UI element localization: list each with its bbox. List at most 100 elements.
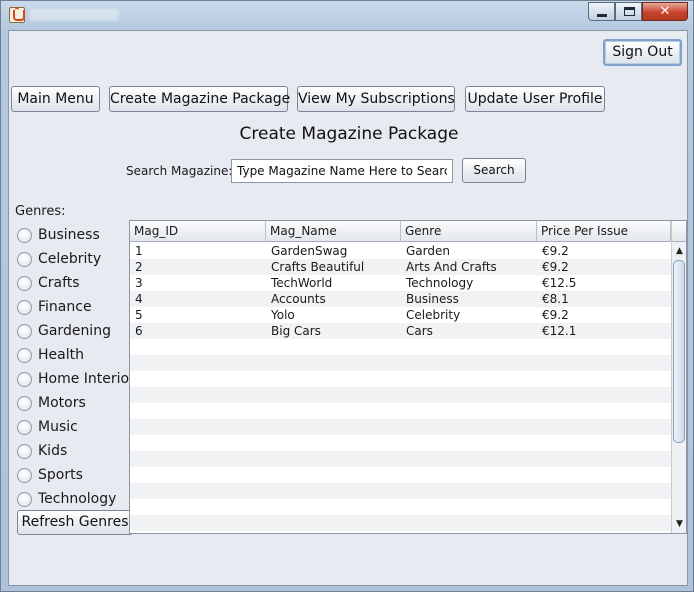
table-cell: €9.2 <box>542 308 569 322</box>
table-cell: €8.1 <box>542 292 569 306</box>
table-row[interactable] <box>130 371 671 387</box>
title-bar[interactable]: ✕ <box>1 1 693 30</box>
radio-button[interactable] <box>17 276 32 291</box>
table-cell: €12.1 <box>542 324 577 338</box>
close-icon: ✕ <box>659 4 671 19</box>
update-profile-button[interactable]: Update User Profile <box>465 86 605 112</box>
sign-out-button[interactable]: Sign Out <box>603 39 682 66</box>
scrollbar-corner <box>672 221 686 242</box>
minimize-icon <box>597 14 607 17</box>
table-row[interactable]: 6 Big Cars Cars €12.1 <box>130 323 671 339</box>
genre-label: Technology <box>38 491 117 507</box>
column-header-mag-id[interactable]: Mag_ID <box>130 221 266 242</box>
genre-label: Music <box>38 419 78 435</box>
java-app-icon <box>9 7 25 23</box>
table-cell: 6 <box>135 324 143 338</box>
radio-button[interactable] <box>17 396 32 411</box>
table-cell: 4 <box>135 292 143 306</box>
genre-label: Health <box>38 347 84 363</box>
table-row[interactable]: 4 Accounts Business €8.1 <box>130 291 671 307</box>
table-cell: Celebrity <box>406 308 461 322</box>
minimize-button[interactable] <box>588 2 615 21</box>
table-row[interactable]: 5 Yolo Celebrity €9.2 <box>130 307 671 323</box>
close-button[interactable]: ✕ <box>642 2 688 21</box>
table-row[interactable] <box>130 483 671 499</box>
table-cell: 1 <box>135 244 143 258</box>
search-button[interactable]: Search <box>462 158 526 183</box>
page-title: Create Magazine Package <box>239 124 459 144</box>
table-cell: 2 <box>135 260 143 274</box>
genre-label: Crafts <box>38 275 80 291</box>
table-header: Mag_ID Mag_Name Genre Price Per Issue <box>130 221 671 242</box>
genre-label: Finance <box>38 299 92 315</box>
maximize-icon <box>624 7 635 16</box>
radio-button[interactable] <box>17 420 32 435</box>
table-row[interactable] <box>130 467 671 483</box>
table-cell: Yolo <box>271 308 295 322</box>
genres-label: Genres: <box>15 204 66 219</box>
radio-button[interactable] <box>17 324 32 339</box>
scroll-down-arrow-icon[interactable]: ▼ <box>672 517 686 532</box>
window-title <box>29 9 119 21</box>
genre-label: Business <box>38 227 100 243</box>
table-cell: 3 <box>135 276 143 290</box>
table-row[interactable]: 3 TechWorld Technology €12.5 <box>130 275 671 291</box>
genre-label: Sports <box>38 467 83 483</box>
genre-label: Home Interiors <box>38 371 143 387</box>
table-cell: Technology <box>406 276 474 290</box>
magazine-table[interactable]: Mag_ID Mag_Name Genre Price Per Issue 1 G… <box>129 220 687 534</box>
radio-button[interactable] <box>17 468 32 483</box>
genre-label: Celebrity <box>38 251 102 267</box>
create-package-button[interactable]: Create Magazine Package <box>109 86 290 112</box>
radio-button[interactable] <box>17 492 32 507</box>
radio-button[interactable] <box>17 252 32 267</box>
column-header-price[interactable]: Price Per Issue <box>537 221 671 242</box>
content-panel: Sign Out Main Menu Create Magazine Packa… <box>8 30 688 586</box>
table-cell: €9.2 <box>542 244 569 258</box>
table-row[interactable] <box>130 387 671 403</box>
table-cell: Business <box>406 292 459 306</box>
table-cell: GardenSwag <box>271 244 348 258</box>
genre-label: Motors <box>38 395 86 411</box>
refresh-genres-button[interactable]: Refresh Genres <box>17 510 133 535</box>
table-row[interactable] <box>130 499 671 515</box>
radio-button[interactable] <box>17 444 32 459</box>
main-menu-button[interactable]: Main Menu <box>11 86 100 112</box>
table-cell: TechWorld <box>271 276 333 290</box>
scrollbar-thumb[interactable] <box>673 260 685 443</box>
view-subscriptions-button[interactable]: View My Subscriptions <box>297 86 455 112</box>
table-row[interactable]: 1 GardenSwag Garden €9.2 <box>130 243 671 259</box>
table-cell: €9.2 <box>542 260 569 274</box>
table-row[interactable] <box>130 515 671 531</box>
table-cell: Accounts <box>271 292 326 306</box>
scroll-up-arrow-icon[interactable]: ▲ <box>672 244 686 259</box>
table-row[interactable] <box>130 403 671 419</box>
table-row[interactable] <box>130 451 671 467</box>
table-scrollbar[interactable]: ▲ ▼ <box>671 221 686 533</box>
table-cell: Arts And Crafts <box>406 260 497 274</box>
genre-label: Gardening <box>38 323 111 339</box>
table-row[interactable]: 2 Crafts Beautiful Arts And Crafts €9.2 <box>130 259 671 275</box>
search-label: Search Magazine: <box>126 164 233 178</box>
table-cell: 5 <box>135 308 143 322</box>
table-row[interactable] <box>130 355 671 371</box>
table-row[interactable] <box>130 419 671 435</box>
radio-button[interactable] <box>17 300 32 315</box>
genre-label: Kids <box>38 443 68 459</box>
table-cell: €12.5 <box>542 276 577 290</box>
table-cell: Garden <box>406 244 450 258</box>
search-input[interactable] <box>231 159 453 183</box>
radio-button[interactable] <box>17 372 32 387</box>
radio-button[interactable] <box>17 348 32 363</box>
table-body: 1 GardenSwag Garden €9.2 2 Crafts Beautiful Ar… <box>130 243 671 533</box>
table-row[interactable] <box>130 435 671 451</box>
table-row[interactable] <box>130 339 671 355</box>
table-cell: Crafts Beautiful <box>271 260 365 274</box>
column-header-mag-name[interactable]: Mag_Name <box>266 221 401 242</box>
maximize-button[interactable] <box>615 2 642 21</box>
table-cell: Big Cars <box>271 324 321 338</box>
radio-button[interactable] <box>17 228 32 243</box>
app-window: ✕ Sign Out Main Menu Create Magazine Pac… <box>0 0 694 592</box>
column-header-genre[interactable]: Genre <box>401 221 537 242</box>
table-cell: Cars <box>406 324 433 338</box>
